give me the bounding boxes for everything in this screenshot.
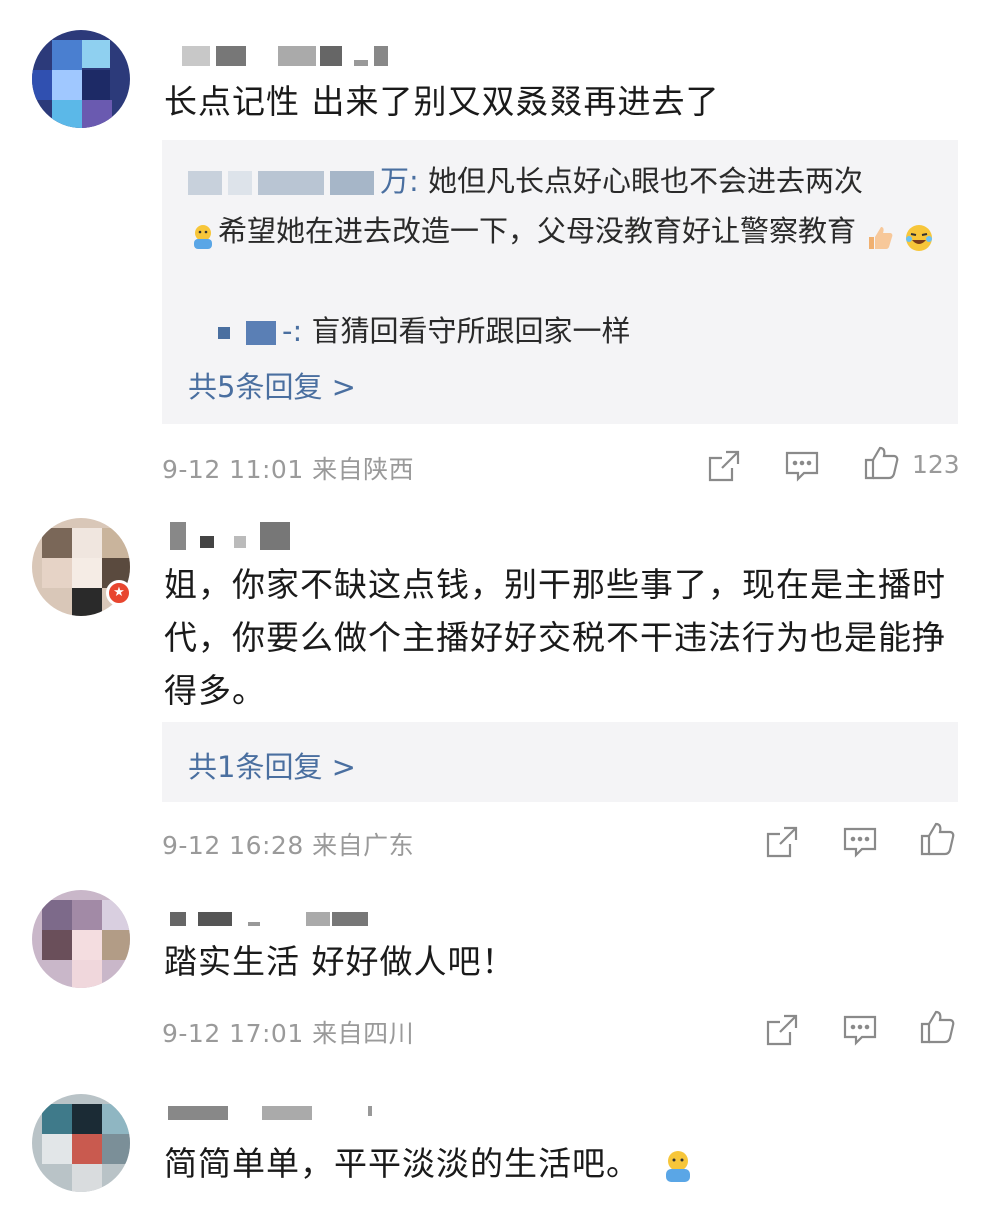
verified-badge-icon: ★ (106, 580, 132, 606)
avatar[interactable] (32, 1094, 130, 1192)
comment-text-content: 简简单单，平平淡淡的生活吧。 (164, 1144, 640, 1183)
comment-text: 长点记性 出来了别又双叒叕再进去了 (164, 82, 720, 121)
reply-item[interactable]: -: 盲猜回看守所跟回家一样 (188, 306, 938, 356)
comment-icon[interactable] (784, 448, 820, 484)
reply-continuation: 希望她在进去改造一下，父母没教育好让警察教育 (188, 206, 938, 256)
share-icon[interactable] (764, 1012, 800, 1048)
reply-text: 希望她在进去改造一下，父母没教育好让警察教育 (218, 214, 857, 248)
reply-author-blurred[interactable] (188, 171, 222, 195)
reply-author-suffix[interactable]: 万: (380, 164, 419, 198)
like-count: 123 (912, 450, 960, 479)
emoji-icon (660, 1148, 696, 1184)
share-icon[interactable] (706, 448, 742, 484)
comment-text: 踏实生活 好好做人吧！ (164, 942, 516, 981)
emoji-icon (188, 218, 218, 249)
thumbs-up-icon[interactable] (918, 1008, 955, 1044)
share-icon[interactable] (764, 824, 800, 860)
more-replies-link[interactable]: 共1条回复 > (188, 744, 356, 786)
comment-text: 姐，你家不缺这点钱，别干那些事了，现在是主播时代，你要么做个主播好好交税不干违法… (164, 565, 946, 710)
comment-meta: 9-12 16:28 来自广东 (162, 831, 415, 860)
comment-item: 简简单单，平平淡淡的生活吧。 (0, 1080, 991, 1210)
comment-meta: 9-12 11:01 来自陕西 (162, 455, 415, 484)
comment-icon[interactable] (842, 824, 878, 860)
comment-item: 踏实生活 好好做人吧！ 9-12 17:01 来自四川 (0, 880, 991, 1080)
reply-box[interactable]: 万: 她但凡长点好心眼也不会进去两次 希望她在进去改造一下，父母没教育好让警察教… (162, 140, 958, 424)
reply-author-blurred[interactable] (246, 321, 276, 345)
thumbs-up-emoji-icon (865, 218, 895, 249)
laugh-cry-emoji-icon (904, 218, 934, 251)
thumbs-up-icon[interactable] (862, 444, 899, 480)
reply-item[interactable]: 万: 她但凡长点好心眼也不会进去两次 (188, 156, 938, 206)
more-replies-link[interactable]: 共5条回复 > (188, 364, 356, 406)
avatar[interactable] (32, 890, 130, 988)
reply-author-suffix[interactable]: -: (282, 314, 302, 348)
comment-text: 简简单单，平平淡淡的生活吧。 (164, 1138, 954, 1190)
comment-meta: 9-12 17:01 来自四川 (162, 1019, 415, 1048)
comment-item: ★ 姐，你家不缺这点钱，别干那些事了，现在是主播时代，你要么做个主播好好交税不干… (0, 500, 991, 880)
comment-item: 长点记性 出来了别又双叒叕再进去了 万: 她但凡长点好心眼也不会进去两次 希望她… (0, 0, 991, 500)
reply-text: 盲猜回看守所跟回家一样 (311, 314, 631, 348)
reply-text: 她但凡长点好心眼也不会进去两次 (428, 164, 864, 198)
reply-box[interactable]: 共1条回复 > (162, 722, 958, 802)
avatar[interactable] (32, 30, 130, 128)
thumbs-up-icon[interactable] (918, 820, 955, 856)
comment-icon[interactable] (842, 1012, 878, 1048)
